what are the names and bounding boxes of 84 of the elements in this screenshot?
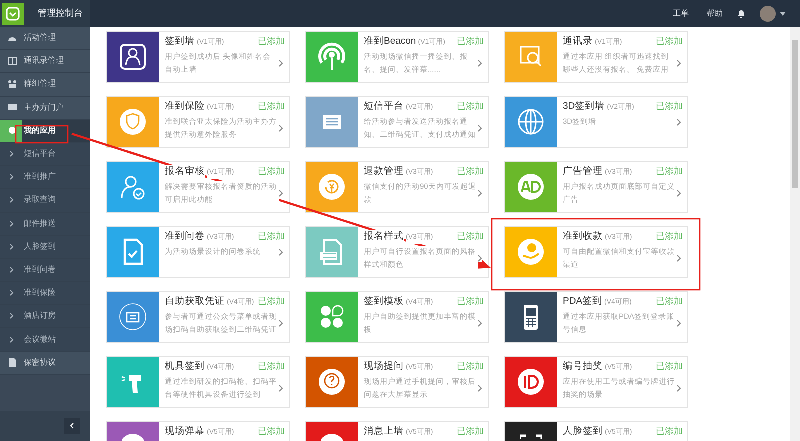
added-status: 已添加 xyxy=(656,100,683,114)
chevron-right-icon[interactable] xyxy=(279,125,283,132)
sidebar-item[interactable]: 酒店订房 xyxy=(0,305,90,328)
chevron-right-icon[interactable] xyxy=(279,320,283,328)
highlight-frame xyxy=(15,125,69,144)
caret-icon[interactable] xyxy=(780,12,786,16)
logo-icon xyxy=(2,2,24,24)
added-status: 已添加 xyxy=(258,230,285,244)
sidebar-item[interactable]: 准到问卷 xyxy=(0,258,90,282)
added-status: 已添加 xyxy=(258,425,285,438)
chevron-right-icon[interactable] xyxy=(478,125,482,132)
group-icon xyxy=(8,80,16,88)
app-title: 报名审核 xyxy=(165,165,205,180)
added-status: 已添加 xyxy=(258,165,285,178)
sidebar-item[interactable]: 群组管理 xyxy=(0,73,90,97)
chevron-right-icon[interactable] xyxy=(279,190,283,198)
chevron-right-icon[interactable] xyxy=(677,255,681,262)
chevron-right-icon xyxy=(10,244,14,250)
header-link[interactable]: 帮助 xyxy=(707,8,723,20)
chevron-right-icon[interactable] xyxy=(677,320,681,328)
sidebar-item[interactable]: 短信平台 xyxy=(0,142,90,166)
added-status: 已添加 xyxy=(258,35,285,48)
sidebar-item[interactable]: 邮件推送 xyxy=(0,212,90,236)
collapse-button[interactable] xyxy=(64,418,80,434)
chevron-right-icon[interactable] xyxy=(478,190,482,198)
sidebar-item[interactable]: 准到保险 xyxy=(0,282,90,306)
sidebar-item[interactable]: 准到推广 xyxy=(0,166,90,190)
chevron-right-icon[interactable] xyxy=(677,119,681,126)
console-title: 管理控制台 xyxy=(38,6,83,20)
chevron-right-icon xyxy=(10,151,14,158)
sidebar-item[interactable]: 会议微站 xyxy=(0,328,90,352)
added-status: 已添加 xyxy=(656,35,683,48)
added-status: 已添加 xyxy=(457,295,484,308)
chevron-right-icon xyxy=(10,336,14,343)
chevron-left-icon xyxy=(70,423,74,429)
sidebar-item[interactable]: 保密协议 xyxy=(0,352,90,375)
chevron-right-icon xyxy=(10,220,14,227)
chevron-right-icon[interactable] xyxy=(279,385,283,392)
added-status: 已添加 xyxy=(457,35,484,48)
sidebar-item[interactable]: 活动管理 xyxy=(0,27,90,50)
partial-app-icon xyxy=(321,434,343,441)
chevron-right-icon[interactable] xyxy=(478,60,482,68)
avatar[interactable] xyxy=(760,6,776,22)
chevron-right-icon xyxy=(10,290,14,296)
book-icon xyxy=(8,57,16,66)
added-status: 已添加 xyxy=(656,230,683,244)
chevron-right-icon[interactable] xyxy=(677,190,681,198)
sidebar-item[interactable]: 通讯录管理 xyxy=(0,50,90,74)
gauge-icon xyxy=(8,34,16,42)
sidebar-item[interactable]: 人脸签到 xyxy=(0,236,90,259)
chevron-right-icon xyxy=(10,197,14,204)
added-status: 已添加 xyxy=(656,295,683,308)
added-status: 已添加 xyxy=(258,100,285,114)
added-status: 已添加 xyxy=(457,100,484,114)
chevron-right-icon[interactable] xyxy=(279,249,283,256)
chevron-right-icon[interactable] xyxy=(478,385,482,392)
app-title: 报名样式 xyxy=(364,230,404,244)
added-status: 已添加 xyxy=(656,360,683,374)
added-status: 已添加 xyxy=(457,165,484,178)
added-status: 已添加 xyxy=(258,295,285,308)
sidebar-item[interactable]: 我的应用 xyxy=(0,120,90,143)
added-status: 已添加 xyxy=(656,425,683,438)
scrollbar[interactable] xyxy=(790,27,800,441)
chevron-right-icon[interactable] xyxy=(478,255,482,262)
chevron-right-icon xyxy=(10,266,14,273)
partial-app-icon xyxy=(520,434,542,441)
partial-app-icon xyxy=(122,434,144,441)
chevron-right-icon[interactable] xyxy=(279,60,283,68)
sidebar-item[interactable]: 录取查询 xyxy=(0,189,90,212)
monitor-icon xyxy=(8,104,16,112)
added-status: 已添加 xyxy=(457,360,484,374)
chevron-right-icon xyxy=(10,313,14,320)
chevron-right-icon xyxy=(10,174,14,180)
added-status: 已添加 xyxy=(457,425,484,438)
bell-icon[interactable] xyxy=(737,8,746,18)
added-status: 已添加 xyxy=(656,165,683,178)
sidebar-item[interactable]: 主办方门户 xyxy=(0,96,90,120)
added-status: 已添加 xyxy=(258,360,285,374)
chevron-right-icon[interactable] xyxy=(677,60,681,68)
chevron-right-icon[interactable] xyxy=(478,320,482,328)
chevron-right-icon[interactable] xyxy=(677,385,681,392)
added-status: 已添加 xyxy=(457,230,484,244)
document-icon xyxy=(8,358,16,368)
header-link[interactable]: 工单 xyxy=(673,8,689,20)
